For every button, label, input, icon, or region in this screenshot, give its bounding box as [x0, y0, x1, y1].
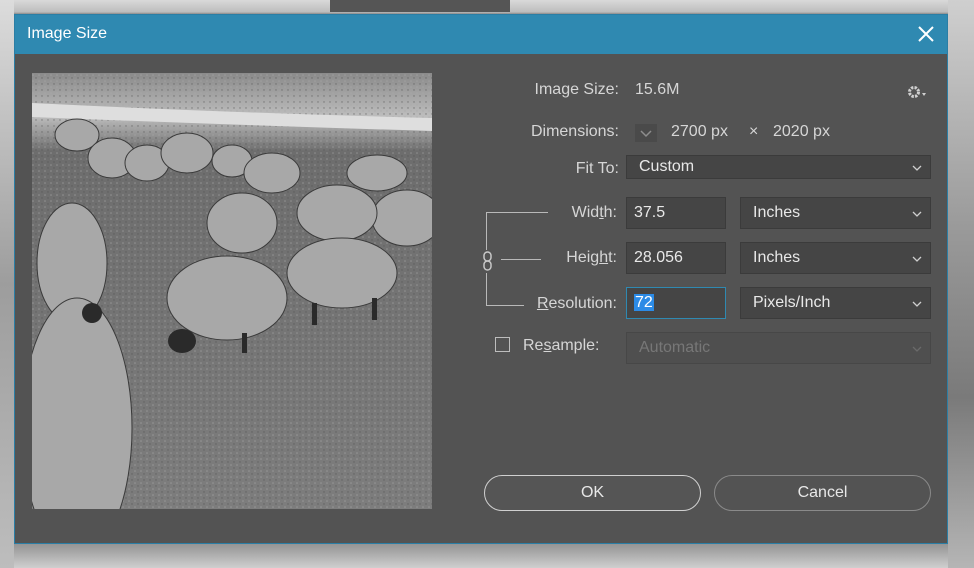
dimensions-toggle-icon[interactable]	[635, 124, 657, 142]
resolution-label: Resolution:	[536, 295, 617, 312]
ok-button[interactable]: OK	[484, 475, 701, 511]
image-preview[interactable]	[32, 73, 432, 509]
resolution-value: 72	[634, 294, 654, 311]
resample-label: Resample:	[523, 337, 600, 354]
height-label: Height:	[566, 249, 617, 266]
gear-icon[interactable]	[906, 84, 928, 100]
background-right-edge	[948, 0, 974, 568]
width-input[interactable]: 37.5	[626, 197, 726, 229]
width-value: 37.5	[634, 204, 666, 221]
chevron-down-icon	[912, 256, 922, 262]
resample-method-value: Automatic	[639, 339, 711, 356]
constraint-line-lower	[486, 273, 487, 305]
dimensions-label: Dimensions:	[530, 123, 619, 140]
close-icon[interactable]	[913, 21, 939, 47]
height-value: 28.056	[634, 249, 683, 266]
chevron-down-icon	[912, 301, 922, 307]
dimensions-separator: ×	[749, 123, 759, 140]
chain-link-icon[interactable]	[482, 251, 494, 271]
chevron-down-icon	[912, 165, 922, 171]
background-left-edge	[0, 0, 14, 568]
window-title: Image Size	[27, 25, 108, 42]
image-size-value: 15.6M	[635, 81, 680, 98]
height-unit: Inches	[753, 249, 801, 266]
width-unit: Inches	[753, 204, 801, 221]
chevron-down-icon	[912, 211, 922, 217]
chevron-down-icon	[912, 346, 922, 352]
width-unit-dropdown[interactable]: Inches	[740, 197, 931, 229]
background-roof	[330, 0, 510, 12]
resolution-input[interactable]: 72	[626, 287, 726, 319]
title-bar[interactable]: Image Size	[15, 15, 947, 54]
resample-checkbox[interactable]	[495, 337, 510, 352]
resample-method-dropdown: Automatic	[626, 332, 931, 364]
constraint-line-upper	[486, 212, 487, 250]
dimensions-width: 2700 px	[671, 123, 728, 140]
resolution-unit-dropdown[interactable]: Pixels/Inch	[740, 287, 931, 319]
image-size-label: Image Size:	[534, 81, 619, 98]
cancel-button[interactable]: Cancel	[714, 475, 931, 511]
fit-to-value: Custom	[639, 158, 695, 175]
height-unit-dropdown[interactable]: Inches	[740, 242, 931, 274]
dimensions-height: 2020 px	[773, 123, 830, 140]
fit-to-label: Fit To:	[575, 160, 619, 177]
width-label: Width:	[571, 204, 617, 221]
height-input[interactable]: 28.056	[626, 242, 726, 274]
resolution-unit: Pixels/Inch	[753, 294, 831, 311]
image-size-dialog: Image Size Image Size: 15.6M Dimensions:…	[14, 14, 948, 544]
fit-to-dropdown[interactable]: Custom	[626, 155, 931, 179]
